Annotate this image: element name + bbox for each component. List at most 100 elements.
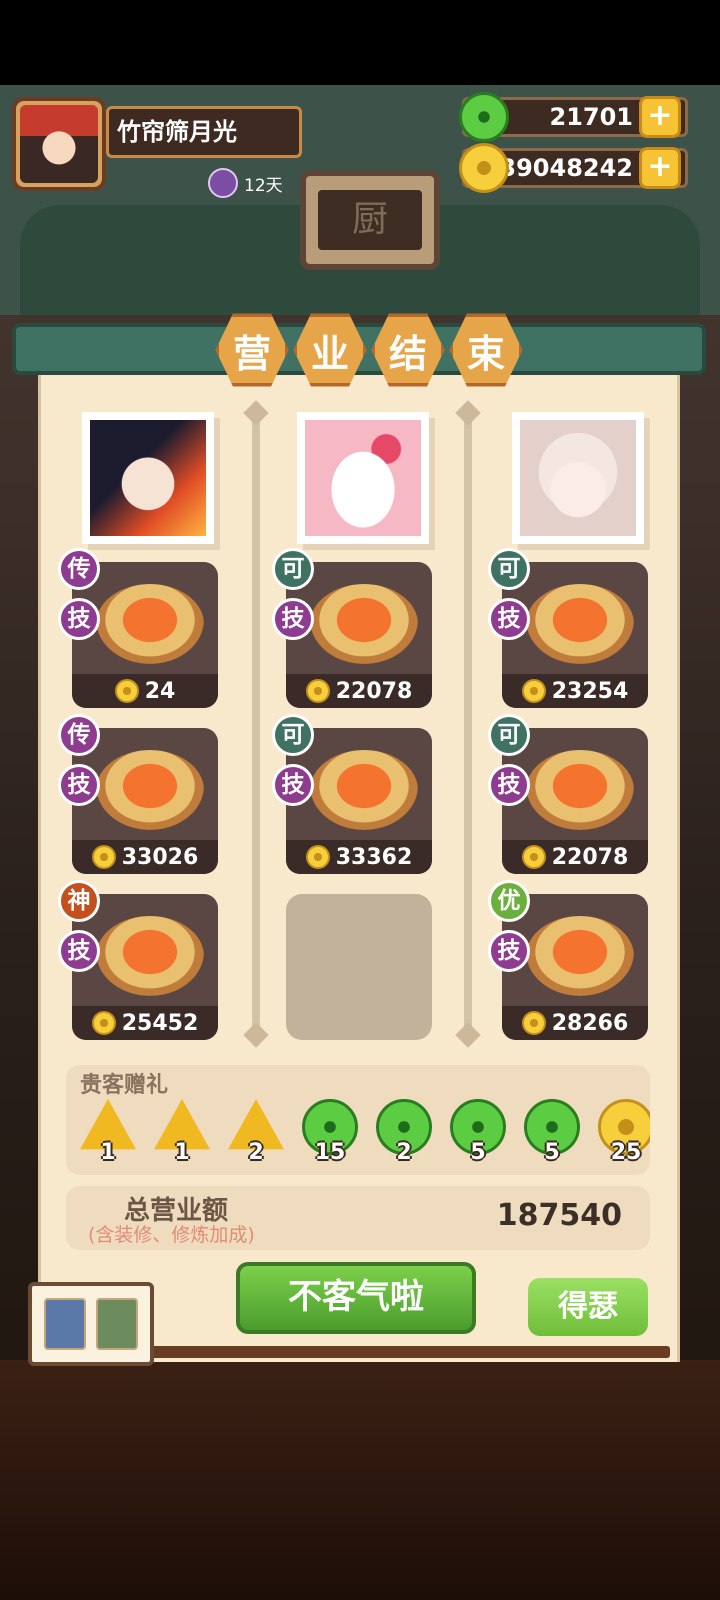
share-panel — [28, 1282, 154, 1366]
guest-portrait[interactable] — [512, 412, 644, 544]
dish-amount: 25452 — [121, 1010, 199, 1036]
player-avatar[interactable] — [12, 97, 106, 191]
skill-badge: 技 — [58, 930, 100, 972]
guest-image — [305, 420, 421, 536]
skill-badge: 技 — [488, 930, 530, 972]
dish-earnings: 24 — [72, 674, 218, 708]
floor — [0, 1360, 720, 1600]
rank-badge: 可 — [488, 548, 530, 590]
dish-image — [96, 916, 204, 996]
dish-amount: 28266 — [551, 1010, 629, 1036]
gifts-title: 贵客赠礼 — [80, 1073, 169, 1098]
dish-image — [526, 916, 634, 996]
column-divider — [464, 418, 472, 1030]
restaurant-sign: 厨 — [300, 170, 440, 270]
gift-item[interactable]: 15 — [302, 1099, 358, 1165]
dish-image — [96, 584, 204, 664]
jade-icon — [459, 92, 509, 142]
dish-card[interactable]: 优 技 28266 — [488, 880, 648, 1040]
gift-qty: 25 — [610, 1140, 642, 1165]
dish-earnings: 33026 — [72, 840, 218, 874]
skill-badge: 技 — [58, 598, 100, 640]
panel-title: 营 业 结 束 — [214, 312, 524, 388]
skill-badge: 技 — [488, 598, 530, 640]
sign-text: 厨 — [318, 190, 422, 250]
share-icon[interactable] — [96, 1298, 138, 1350]
title-char: 业 — [293, 313, 367, 387]
guest-portrait[interactable] — [297, 412, 429, 544]
jade-amount: 21701 — [549, 103, 634, 131]
dish-amount: 22078 — [551, 844, 629, 870]
coin-icon — [459, 143, 509, 193]
dish-card[interactable]: 可 技 22078 — [272, 548, 432, 708]
dish-earnings: 28266 — [502, 1006, 648, 1040]
dish-amount: 23254 — [551, 678, 629, 704]
gift-list[interactable]: 1 1 2 15 2 5 5 25 — [80, 1099, 650, 1165]
dish-card[interactable]: 传 技 24 — [58, 548, 218, 708]
gift-item[interactable]: 2 — [376, 1099, 432, 1165]
coin-amount: 39048242 — [499, 154, 633, 182]
dish-earnings: 25452 — [72, 1006, 218, 1040]
dish-amount: 33362 — [335, 844, 413, 870]
title-char: 营 — [215, 313, 289, 387]
total-note: (含装修、修炼加成) — [88, 1224, 255, 1246]
column-divider — [252, 418, 260, 1030]
avatar-image — [20, 105, 98, 183]
dish-earnings: 22078 — [286, 674, 432, 708]
coin-currency: 39048242 + — [459, 143, 688, 193]
guest-portrait[interactable] — [82, 412, 214, 544]
thanks-button[interactable]: 不客气啦 — [236, 1262, 476, 1334]
skill-badge: 技 — [272, 764, 314, 806]
gift-qty: 5 — [544, 1140, 560, 1165]
gift-item[interactable]: 5 — [450, 1099, 506, 1165]
coin-icon — [305, 845, 330, 869]
dish-amount: 33026 — [121, 844, 199, 870]
gift-item[interactable]: 25 — [598, 1099, 650, 1165]
title-char: 结 — [371, 313, 445, 387]
gift-item[interactable]: 1 — [154, 1099, 210, 1165]
rank-badge: 神 — [58, 880, 100, 922]
skill-badge: 技 — [272, 598, 314, 640]
share-icon[interactable] — [44, 1298, 86, 1350]
skill-badge: 技 — [58, 764, 100, 806]
rank-badge: 可 — [488, 714, 530, 756]
total-value: 187540 — [496, 1198, 622, 1233]
dish-image — [96, 750, 204, 830]
coin-icon — [114, 679, 139, 703]
dish-card[interactable]: 可 技 22078 — [488, 714, 648, 874]
dish-card[interactable]: 可 技 23254 — [488, 548, 648, 708]
add-jade-button[interactable]: + — [639, 96, 681, 138]
dish-image — [526, 584, 634, 664]
add-coins-button[interactable]: + — [639, 147, 681, 189]
dish-card[interactable]: 传 技 33026 — [58, 714, 218, 874]
gift-item[interactable]: 5 — [524, 1099, 580, 1165]
gift-qty: 15 — [314, 1140, 346, 1165]
companion-icon — [208, 168, 238, 198]
dish-earnings: 33362 — [286, 840, 432, 874]
coin-icon — [521, 679, 546, 703]
guest-image — [90, 420, 206, 536]
empty-dish-slot — [286, 894, 432, 1040]
gift-qty: 1 — [174, 1140, 190, 1165]
gift-item[interactable]: 1 — [80, 1099, 136, 1165]
gift-qty: 1 — [100, 1140, 116, 1165]
dish-earnings: 22078 — [502, 840, 648, 874]
guest-image — [520, 420, 636, 536]
dish-card[interactable]: 神 技 25452 — [58, 880, 218, 1040]
login-days: 12天 — [208, 168, 283, 198]
coin-icon — [305, 679, 330, 703]
dish-amount: 24 — [144, 678, 176, 704]
coin-icon — [91, 1011, 116, 1035]
show-off-button[interactable]: 得瑟 — [528, 1278, 648, 1336]
dish-image — [526, 750, 634, 830]
dish-amount: 22078 — [335, 678, 413, 704]
dish-card[interactable]: 可 技 33362 — [272, 714, 432, 874]
jade-currency: 21701 + — [459, 92, 688, 142]
title-char: 束 — [449, 313, 523, 387]
rank-badge: 可 — [272, 714, 314, 756]
dish-earnings: 23254 — [502, 674, 648, 708]
rank-badge: 传 — [58, 548, 100, 590]
gift-item[interactable]: 2 — [228, 1099, 284, 1165]
skill-badge: 技 — [488, 764, 530, 806]
gift-qty: 2 — [248, 1140, 264, 1165]
